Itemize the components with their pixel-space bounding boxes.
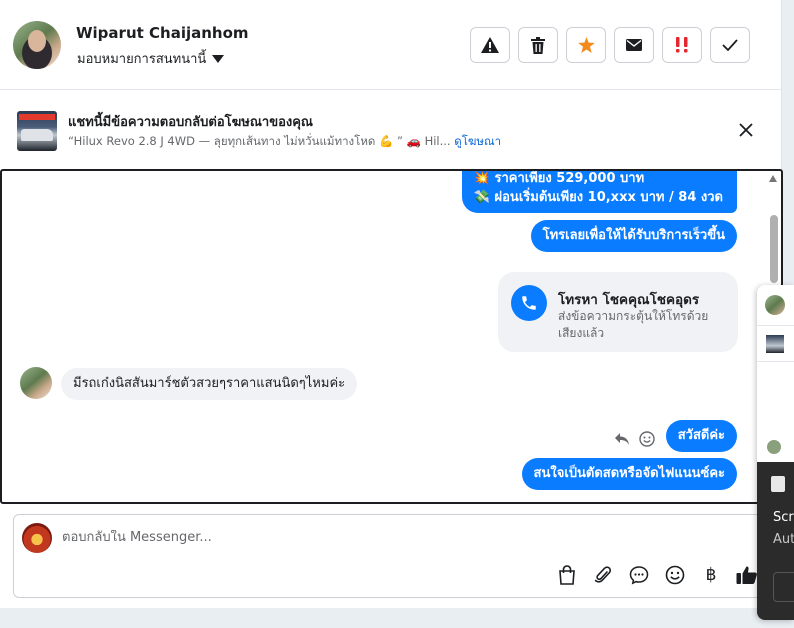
emoji-icon[interactable] — [663, 563, 687, 587]
message-bubble-outgoing: สวัสดีค่ะ — [665, 420, 737, 452]
scrollbar-thumb[interactable] — [770, 215, 778, 283]
baht-icon[interactable]: ฿ — [699, 563, 723, 587]
paperclip-icon[interactable] — [591, 563, 615, 587]
assign-label: มอบหมายการสนทนานี้ — [77, 52, 207, 67]
toast-button[interactable] — [773, 572, 794, 602]
message-bubble-outgoing: สนใจเป็นตัดสดหรือจัดไฟแนนซ์คะ — [521, 458, 737, 490]
envelope-icon — [626, 39, 642, 51]
ad-banner-subtitle: “Hilux Revo 2.8 J 4WD — ลุยทุกเส้นทาง ไม… — [68, 133, 501, 151]
star-button[interactable] — [566, 27, 606, 63]
warning-icon — [481, 37, 499, 53]
reply-composer: ฿ — [13, 514, 770, 598]
double-exclamation-icon — [676, 37, 688, 53]
chat-bubble-icon[interactable] — [627, 563, 651, 587]
message-thread[interactable]: 💥 ราคาเพียง 529,000 บาท 💸 ผ่อนเริ่มต้นเพ… — [0, 169, 783, 504]
ad-reply-banner: แชทนี้มีข้อความตอบกลับต่อโฆษณาของคุณ “Hi… — [0, 91, 782, 169]
screenshot-icon — [771, 476, 785, 492]
popup-contact-avatar — [767, 440, 781, 454]
toast-title: Scre — [773, 510, 794, 525]
message-bubble-outgoing: 💥 ราคาเพียง 529,000 บาท 💸 ผ่อนเริ่มต้นเพ… — [461, 171, 737, 213]
mark-spam-button[interactable] — [470, 27, 510, 63]
conversation-header: Wiparut Chaijanhom มอบหมายการสนทนานี้ — [0, 0, 782, 90]
delete-button[interactable] — [518, 27, 558, 63]
side-chat-popup[interactable]: Scre Aut — [757, 285, 794, 620]
scroll-up-arrow[interactable] — [769, 175, 777, 182]
phone-icon — [511, 285, 547, 321]
call-card-title: โทรหา โชคคุณโชคอุดร — [558, 292, 700, 308]
page-avatar — [22, 523, 52, 553]
ad-text: “Hilux Revo 2.8 J 4WD — ลุยทุกเส้นทาง ไม… — [68, 134, 451, 148]
notification-toast[interactable]: Scre Aut — [757, 462, 794, 620]
inbox-panel: Wiparut Chaijanhom มอบหมายการสนทนานี้ แช… — [0, 0, 783, 608]
popup-divider — [757, 361, 794, 362]
mark-urgent-button[interactable] — [662, 27, 702, 63]
message-bubble-outgoing: โทรเลยเพื่อให้ได้รับบริการเร็วขึ้น — [530, 220, 737, 252]
close-icon[interactable] — [737, 121, 755, 139]
ad-thumbnail[interactable] — [17, 111, 57, 151]
view-ad-link[interactable]: ดูโฆษณา — [454, 134, 501, 148]
ad-banner-title: แชทนี้มีข้อความตอบกลับต่อโฆษณาของคุณ — [68, 115, 313, 130]
popup-divider — [757, 325, 794, 326]
call-request-card[interactable]: โทรหา โชคคุณโชคอุดร ส่งข้อความกระตุ้นให้… — [498, 272, 738, 352]
star-icon — [577, 37, 595, 53]
popup-avatar — [765, 295, 785, 315]
trash-icon — [531, 36, 545, 54]
message-line: 💸 ผ่อนเริ่มต้นเพียง 10,xxx บาท / 84 งวด — [473, 190, 723, 205]
contact-avatar[interactable] — [13, 21, 61, 69]
shopping-bag-icon[interactable] — [555, 563, 579, 587]
thumbs-up-icon[interactable] — [735, 563, 759, 587]
call-card-description: ส่งข้อความกระตุ้นให้โทรด้วยเสียงแล้ว — [558, 309, 709, 340]
reply-icon[interactable] — [614, 432, 630, 446]
check-icon — [722, 39, 738, 51]
popup-ad-thumbnail — [766, 335, 784, 353]
message-bubble-incoming: มีรถเก๋งนิสสันมาร์ชตัวสวยๆราคาแสนนิดๆไหม… — [61, 368, 358, 400]
mark-unread-button[interactable] — [614, 27, 654, 63]
react-emoji-icon[interactable] — [639, 431, 655, 447]
message-line: 💥 ราคาเพียง 529,000 บาท — [473, 171, 645, 186]
caret-down-icon — [212, 54, 225, 63]
toast-subtitle: Aut — [773, 532, 794, 547]
contact-avatar[interactable] — [20, 367, 52, 399]
mark-done-button[interactable] — [710, 27, 750, 63]
reply-input[interactable] — [62, 530, 662, 545]
assign-conversation-dropdown[interactable]: มอบหมายการสนทนานี้ — [77, 48, 225, 69]
contact-name[interactable]: Wiparut Chaijanhom — [76, 24, 249, 42]
